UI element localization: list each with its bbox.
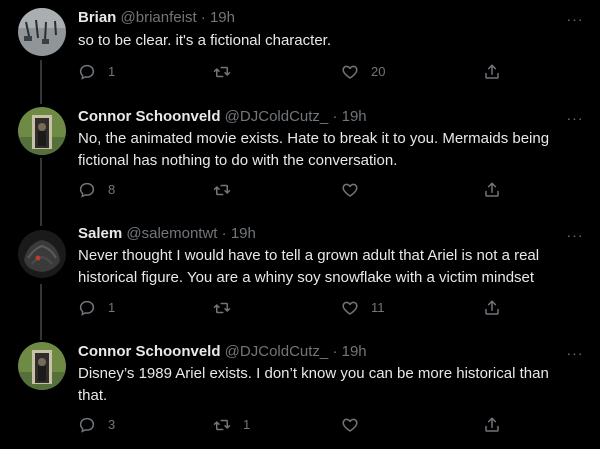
avatar[interactable] — [18, 107, 66, 155]
share-icon — [485, 182, 499, 197]
retweet-button[interactable]: 1 — [213, 415, 250, 435]
share-icon — [485, 64, 499, 79]
reply-button[interactable]: 3 — [78, 415, 115, 435]
separator: · — [332, 343, 338, 360]
tweet-header: Brian @brianfeist · 19h — [78, 8, 235, 28]
tweet-text: Never thought I would have to tell a gro… — [78, 247, 540, 286]
tweet-text: so to be clear. it's a fictional charact… — [78, 32, 331, 49]
heart-icon — [342, 183, 358, 197]
like-count: 11 — [371, 300, 385, 315]
reply-button[interactable]: 1 — [78, 298, 115, 318]
avatar[interactable] — [18, 8, 66, 56]
retweet-button[interactable] — [213, 298, 243, 318]
reply-count: 8 — [108, 182, 116, 197]
retweet-icon — [213, 419, 231, 431]
reply-button[interactable]: 8 — [78, 180, 115, 200]
reply-icon — [79, 300, 95, 316]
retweet-icon — [213, 302, 231, 314]
tweet-text: Disney’s 1989 Ariel exists. I don’t know… — [78, 365, 549, 404]
tweet-actions: 3 1 — [78, 415, 518, 435]
display-name[interactable]: Salem — [78, 225, 122, 242]
tweet[interactable]: Brian @brianfeist · 19h ··· so to be cle… — [0, 0, 600, 100]
heart-icon — [342, 65, 358, 79]
more-icon[interactable]: ··· — [566, 228, 584, 242]
tweet-text: No, the animated movie exists. Hate to b… — [78, 130, 550, 169]
avatar-image — [18, 230, 66, 278]
timestamp[interactable]: 19h — [210, 9, 235, 26]
like-button[interactable]: 11 — [341, 298, 385, 318]
tweet-actions: 1 20 — [78, 62, 518, 82]
share-icon — [485, 300, 499, 315]
reply-button[interactable]: 1 — [78, 62, 115, 82]
handle[interactable]: @brianfeist — [121, 9, 197, 26]
share-button[interactable] — [483, 415, 501, 435]
avatar-image — [18, 342, 66, 390]
separator: · — [332, 108, 338, 125]
tweet[interactable]: Connor Schoonveld @DJColdCutz_ · 19h ···… — [0, 100, 600, 224]
display-name[interactable]: Connor Schoonveld — [78, 343, 221, 360]
display-name[interactable]: Brian — [78, 9, 116, 26]
like-count: 20 — [371, 64, 386, 79]
more-icon[interactable]: ··· — [566, 12, 584, 26]
like-button[interactable]: 20 — [341, 62, 385, 82]
heart-icon — [342, 301, 358, 315]
handle[interactable]: @DJColdCutz_ — [225, 343, 329, 360]
like-button[interactable] — [341, 180, 371, 200]
tweet-header: Salem @salemontwt · 19h — [78, 224, 256, 244]
retweet-icon — [213, 66, 231, 78]
retweet-button[interactable] — [213, 62, 243, 82]
handle[interactable]: @DJColdCutz_ — [225, 108, 329, 125]
more-icon[interactable]: ··· — [566, 346, 584, 360]
retweet-button[interactable] — [213, 180, 243, 200]
avatar-image — [18, 8, 66, 56]
avatar[interactable] — [18, 342, 66, 390]
reply-count: 3 — [108, 417, 116, 432]
tweet-actions: 8 — [78, 180, 518, 200]
share-button[interactable] — [483, 298, 501, 318]
reply-count: 1 — [108, 300, 116, 315]
timestamp[interactable]: 19h — [231, 225, 256, 242]
separator: · — [200, 9, 206, 26]
separator: · — [221, 225, 227, 242]
timestamp[interactable]: 19h — [342, 343, 367, 360]
reply-icon — [79, 64, 95, 80]
heart-icon — [342, 418, 358, 432]
tweet[interactable]: Salem @salemontwt · 19h ··· Never though… — [0, 224, 600, 340]
like-button[interactable] — [341, 415, 371, 435]
tweet-actions: 1 11 — [78, 298, 518, 318]
tweet-header: Connor Schoonveld @DJColdCutz_ · 19h — [78, 342, 367, 362]
share-button[interactable] — [483, 62, 501, 82]
retweet-icon — [213, 184, 231, 196]
reply-icon — [79, 182, 95, 198]
display-name[interactable]: Connor Schoonveld — [78, 108, 221, 125]
handle[interactable]: @salemontwt — [126, 225, 217, 242]
timestamp[interactable]: 19h — [342, 108, 367, 125]
reply-icon — [79, 417, 95, 433]
share-button[interactable] — [483, 180, 501, 200]
reply-count: 1 — [108, 64, 116, 79]
tweet-header: Connor Schoonveld @DJColdCutz_ · 19h — [78, 107, 367, 127]
more-icon[interactable]: ··· — [566, 111, 584, 125]
avatar[interactable] — [18, 230, 66, 278]
tweet[interactable]: Connor Schoonveld @DJColdCutz_ · 19h ···… — [0, 340, 600, 449]
share-icon — [485, 417, 499, 432]
retweet-count: 1 — [243, 417, 251, 432]
avatar-image — [18, 107, 66, 155]
